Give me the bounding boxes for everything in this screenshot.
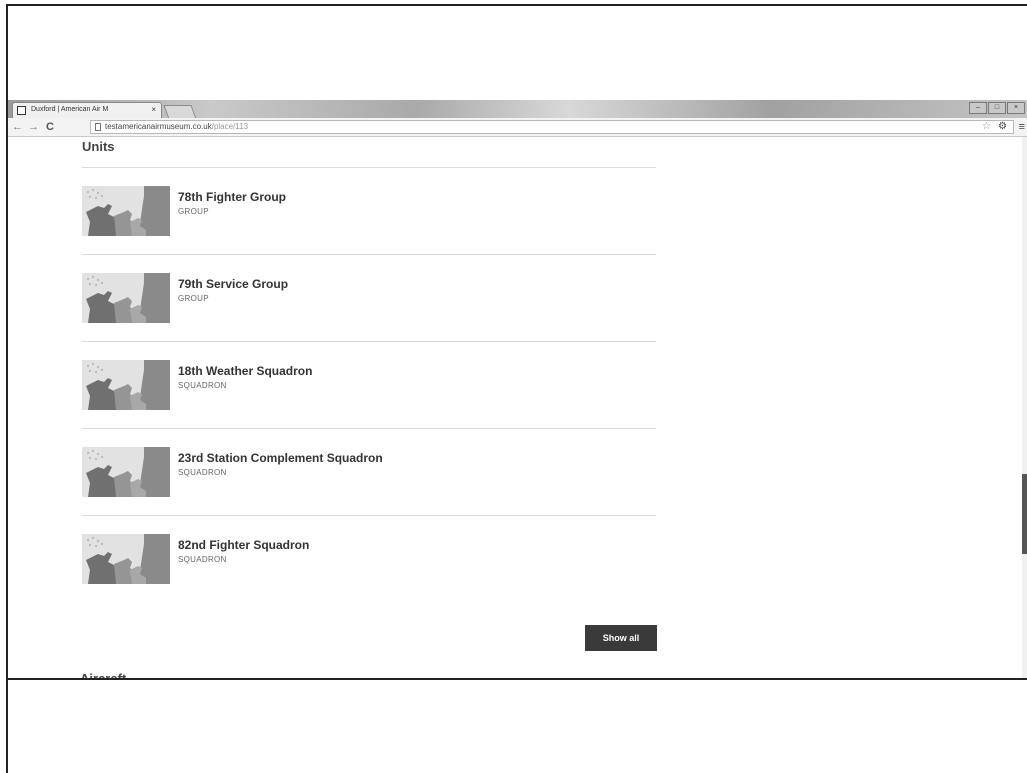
reload-icon[interactable]: C (46, 120, 54, 134)
tab-title: Duxford | American Air M (31, 106, 109, 113)
unit-item[interactable]: 23rd Station Complement Squadron SQUADRO… (82, 428, 656, 515)
browser-window: Duxford | American Air M × – □ × ← → C t… (8, 100, 1027, 680)
browser-toolbar: ← → C testamericanairmuseum.co.uk/place/… (8, 118, 1027, 137)
units-heading: Units (82, 139, 115, 154)
unit-type: GROUP (178, 294, 209, 303)
menu-icon[interactable]: ≡ (1019, 120, 1025, 134)
unit-type: SQUADRON (178, 555, 227, 564)
url-host: testamericanairmuseum.co.uk (105, 122, 212, 131)
show-all-button[interactable]: Show all (585, 625, 657, 651)
unit-type: GROUP (178, 207, 209, 216)
maximize-button[interactable]: □ (988, 102, 1006, 114)
browser-tab[interactable]: Duxford | American Air M × (12, 102, 162, 118)
salute-image (82, 186, 170, 236)
page-icon (95, 123, 101, 131)
units-list: 78th Fighter Group GROUP 79th Service Gr… (82, 167, 656, 602)
close-window-button[interactable]: × (1007, 102, 1025, 114)
gear-icon[interactable]: ⚙ (998, 121, 1007, 133)
favicon-icon (17, 106, 26, 115)
new-tab-button[interactable] (163, 105, 197, 119)
unit-item[interactable]: 18th Weather Squadron SQUADRON (82, 341, 656, 428)
salute-image (82, 534, 170, 584)
url-path: /place/113 (211, 122, 249, 131)
salute-image (82, 360, 170, 410)
forward-icon[interactable]: → (28, 120, 39, 134)
unit-name[interactable]: 23rd Station Complement Squadron (178, 451, 383, 465)
unit-name[interactable]: 18th Weather Squadron (178, 364, 312, 378)
minimize-button[interactable]: – (969, 102, 987, 114)
salute-image (82, 273, 170, 323)
unit-type: SQUADRON (178, 381, 227, 390)
star-icon[interactable]: ☆ (982, 121, 991, 133)
unit-name[interactable]: 82nd Fighter Squadron (178, 538, 309, 552)
salute-image (82, 447, 170, 497)
scrollbar-thumb[interactable] (1022, 474, 1027, 554)
frame-bottom-divider (6, 678, 1027, 680)
unit-item[interactable]: 78th Fighter Group GROUP (82, 167, 656, 254)
close-tab-icon[interactable]: × (151, 103, 156, 117)
window-controls: – □ × (969, 102, 1025, 114)
unit-item[interactable]: 82nd Fighter Squadron SQUADRON (82, 515, 656, 602)
scrollbar-track[interactable] (1022, 137, 1027, 680)
page-viewport: Units 78th Fighter Group GROUP 79th Serv… (8, 137, 1027, 680)
tab-strip: Duxford | American Air M × – □ × (8, 100, 1027, 119)
back-icon[interactable]: ← (12, 120, 23, 134)
unit-name[interactable]: 79th Service Group (178, 277, 288, 291)
unit-type: SQUADRON (178, 468, 227, 477)
unit-name[interactable]: 78th Fighter Group (178, 190, 286, 204)
unit-item[interactable]: 79th Service Group GROUP (82, 254, 656, 341)
address-bar[interactable]: testamericanairmuseum.co.uk/place/113 ☆ … (90, 120, 1014, 134)
